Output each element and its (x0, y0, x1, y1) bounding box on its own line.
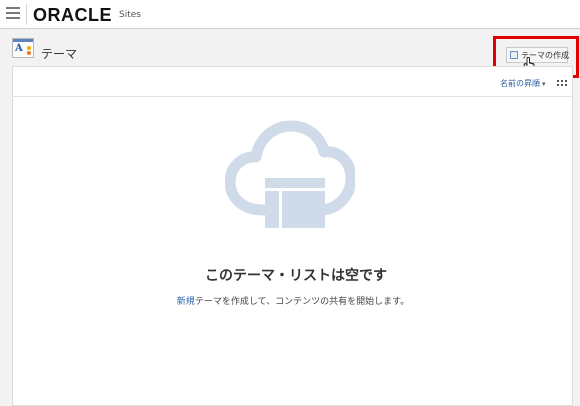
oracle-logo: ORACLE (33, 5, 112, 25)
create-theme-button[interactable]: テーマの作成 (506, 47, 569, 63)
theme-icon: A (12, 38, 34, 58)
sort-dropdown[interactable]: 名前の昇順 ▾ (500, 78, 546, 89)
hamburger-menu-icon[interactable] (6, 7, 20, 21)
header-divider (26, 4, 27, 25)
empty-state-title: このテーマ・リストは空です (205, 268, 387, 284)
panel-divider (12, 96, 573, 97)
cloud-layout-illustration (225, 120, 355, 228)
page-title: テーマ (41, 47, 78, 61)
chevron-down-icon: ▾ (542, 80, 546, 88)
theme-list-panel (12, 66, 573, 406)
empty-state-description: 新規テーマを作成して、コンテンツの共有を開始します。 (0, 294, 580, 307)
grid-view-icon[interactable] (557, 80, 567, 88)
page-header (0, 30, 580, 66)
new-theme-link[interactable]: 新規 (177, 297, 195, 307)
sort-dropdown-label: 名前の昇順 (500, 79, 540, 88)
top-bar: ORACLE Sites (0, 0, 580, 29)
empty-state-description-text: テーマを作成して、コンテンツの共有を開始します。 (194, 297, 410, 307)
product-name: Sites (119, 10, 141, 20)
create-theme-icon (510, 51, 518, 59)
